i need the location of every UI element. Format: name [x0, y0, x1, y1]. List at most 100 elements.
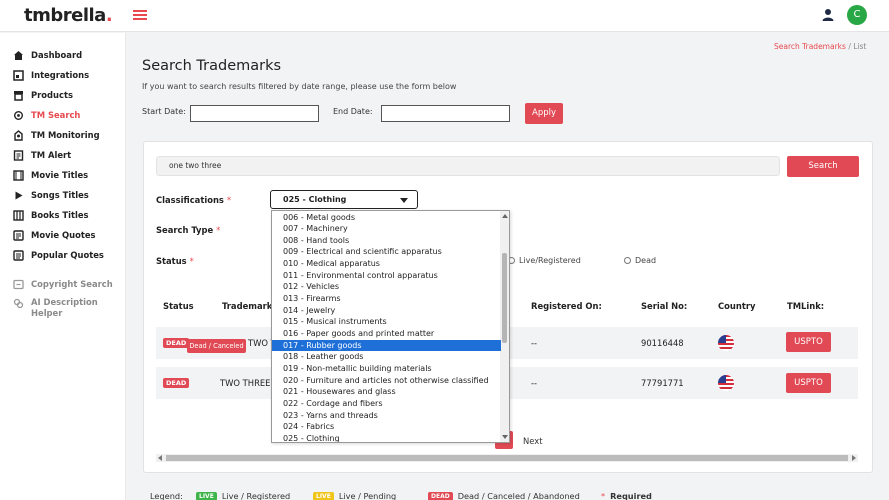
sidebar-item-books-titles[interactable]: Books Titles: [12, 207, 88, 223]
classifications-label: Classifications *: [156, 195, 231, 205]
dropdown-option[interactable]: 014 - Jewelry: [272, 305, 501, 317]
start-date-input[interactable]: [190, 105, 319, 122]
sidebar-item-tm-search[interactable]: TM Search: [12, 107, 80, 123]
dropdown-option[interactable]: 009 - Electrical and scientific apparatu…: [272, 246, 501, 258]
dropdown-option[interactable]: 025 - Clothing: [272, 433, 501, 442]
legend-required: * Required: [601, 491, 652, 500]
radio-label: Dead: [635, 256, 657, 265]
next-page-link[interactable]: Next: [523, 436, 543, 446]
monitoring-icon: [12, 129, 24, 141]
dropdown-option[interactable]: 023 - Yarns and threads: [272, 410, 501, 422]
sidebar-item-products[interactable]: Products: [12, 87, 73, 103]
column-header-status: Status: [163, 301, 194, 311]
sidebar-item-ai-description-helper[interactable]: AI Description Helper: [12, 297, 101, 321]
status-label: Status *: [156, 256, 194, 266]
scroll-up-icon[interactable]: [502, 214, 508, 218]
sidebar-item-tm-monitoring[interactable]: TM Monitoring: [12, 127, 100, 143]
legend-item-live-registered: LIVE Live / Registered: [196, 491, 290, 500]
column-header-serial: Serial No:: [641, 301, 688, 311]
horizontal-scrollbar[interactable]: [156, 454, 858, 462]
dropdown-option[interactable]: 015 - Musical instruments: [272, 316, 501, 328]
dropdown-option[interactable]: 016 - Paper goods and printed matter: [272, 328, 501, 340]
dropdown-option[interactable]: 022 - Cordage and fibers: [272, 398, 501, 410]
scroll-right-icon[interactable]: [852, 455, 856, 461]
logo-dot: .: [105, 5, 113, 26]
sidebar-item-popular-quotes[interactable]: Popular Quotes: [12, 247, 104, 263]
end-date-input[interactable]: [381, 105, 510, 122]
logo[interactable]: tmbrella.: [24, 5, 113, 26]
sidebar-item-songs-titles[interactable]: Songs Titles: [12, 187, 89, 203]
legend-tag: LIVE: [313, 491, 334, 500]
breadcrumb-link[interactable]: Search Trademarks: [774, 42, 846, 51]
menu-toggle-icon[interactable]: [133, 10, 147, 20]
uspto-button[interactable]: USPTO: [786, 332, 831, 352]
start-date-label: Start Date:: [142, 107, 186, 116]
book-icon: [12, 209, 24, 221]
required-mark: *: [601, 491, 606, 500]
search-type-label: Search Type *: [156, 225, 220, 235]
dropdown-option[interactable]: 013 - Firearms: [272, 293, 501, 305]
sidebar-item-tm-alert[interactable]: TM Alert: [12, 147, 71, 163]
dropdown-option[interactable]: 008 - Hand tools: [272, 235, 501, 247]
sidebar-item-label: Movie Quotes: [31, 230, 96, 240]
popular-quote-icon: [12, 249, 24, 261]
home-icon: [12, 49, 24, 61]
dropdown-option[interactable]: 007 - Machinery: [272, 223, 501, 235]
ai-icon: [12, 297, 24, 309]
legend-item-live-pending: LIVE Live / Pending: [313, 491, 396, 500]
legend-tag: DEAD: [428, 491, 453, 500]
legend-required-text: Required: [610, 491, 652, 500]
scrollbar-thumb[interactable]: [166, 455, 848, 461]
dropdown-option[interactable]: 011 - Environmental control apparatus: [272, 270, 501, 282]
dropdown-option[interactable]: 020 - Furniture and articles not otherwi…: [272, 375, 501, 387]
legend-tag: LIVE: [196, 491, 217, 500]
search-button[interactable]: Search: [787, 156, 859, 177]
logo-text: tmbrella: [24, 5, 106, 26]
dropdown-scrollbar[interactable]: [500, 211, 509, 442]
dropdown-option[interactable]: 010 - Medical apparatus: [272, 258, 501, 270]
search-input[interactable]: one two three: [156, 156, 780, 176]
required-mark: *: [189, 256, 194, 266]
avatar[interactable]: C: [847, 5, 867, 25]
legend-item-dead: DEAD Dead / Canceled / Abandoned: [428, 491, 580, 500]
search-type-label-text: Search Type: [156, 225, 214, 235]
dropdown-option[interactable]: 018 - Leather goods: [272, 351, 501, 363]
sidebar-item-movie-quotes[interactable]: Movie Quotes: [12, 227, 96, 243]
dropdown-option[interactable]: 017 - Rubber goods: [272, 339, 501, 352]
uspto-button[interactable]: USPTO: [786, 373, 831, 393]
classifications-select[interactable]: 025 - Clothing: [270, 190, 418, 209]
column-header-registered: Registered On:: [531, 301, 602, 311]
sidebar-item-label: TM Alert: [31, 150, 72, 160]
radio-label: Live/Registered: [519, 256, 581, 265]
sidebar-item-label: Dashboard: [31, 50, 83, 60]
classifications-dropdown-list[interactable]: 006 - Metal goods 007 - Machinery 008 - Ha…: [271, 210, 510, 443]
apply-button[interactable]: Apply: [525, 103, 563, 124]
dropdown-option[interactable]: 021 - Housewares and glass: [272, 386, 501, 398]
legend-text: Dead / Canceled / Abandoned: [457, 491, 580, 500]
status-badge: DEAD: [163, 338, 190, 348]
classifications-label-text: Classifications: [156, 195, 224, 205]
sidebar-item-label: Books Titles: [31, 210, 89, 220]
page-title: Search Trademarks: [142, 58, 282, 74]
radio-dead[interactable]: Dead: [624, 256, 656, 265]
dropdown-scrollbar-thumb[interactable]: [502, 253, 507, 343]
dropdown-option[interactable]: 012 - Vehicles: [272, 281, 501, 293]
scroll-down-icon[interactable]: [502, 435, 508, 439]
required-mark: *: [226, 195, 232, 205]
sidebar-item-integrations[interactable]: Integrations: [12, 67, 89, 83]
alert-icon: [12, 149, 24, 161]
dropdown-option[interactable]: 019 - Non-metallic building materials: [272, 363, 501, 375]
integrations-icon: [12, 69, 24, 81]
dropdown-option[interactable]: 006 - Metal goods: [272, 212, 501, 224]
serial-cell: 90116448: [641, 338, 684, 348]
legend-text: Live / Pending: [338, 491, 397, 500]
selected-classification: 025 - Clothing: [283, 195, 347, 204]
user-icon[interactable]: [821, 8, 835, 22]
sidebar-item-dashboard[interactable]: Dashboard: [12, 47, 82, 63]
sidebar-item-copyright-search[interactable]: Copyright Search: [12, 276, 113, 292]
sidebar-item-movie-titles[interactable]: Movie Titles: [12, 167, 88, 183]
scroll-left-icon[interactable]: [158, 455, 162, 461]
status-label-text: Status: [156, 256, 187, 266]
radio-live-registered[interactable]: Live/Registered: [508, 256, 581, 265]
dropdown-option[interactable]: 024 - Fabrics: [272, 421, 501, 433]
